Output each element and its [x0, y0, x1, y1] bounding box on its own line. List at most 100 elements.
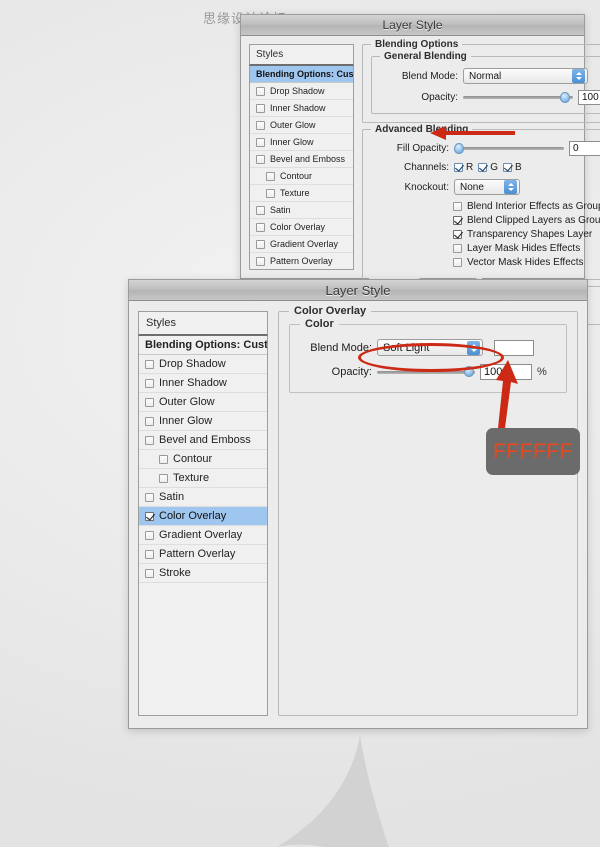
- style-item-bevel-and-emboss[interactable]: Bevel and Emboss: [250, 151, 353, 168]
- style-item-checkbox[interactable]: [256, 205, 265, 215]
- style-item-texture[interactable]: Texture: [250, 185, 353, 202]
- style-item-inner-shadow[interactable]: Inner Shadow: [250, 100, 353, 117]
- style-item-checkbox[interactable]: [256, 120, 265, 130]
- opacity-slider-thumb[interactable]: [560, 91, 570, 103]
- opacity-input[interactable]: 100: [578, 90, 600, 105]
- style-item-checkbox[interactable]: [256, 256, 265, 266]
- color-overlay-dialog-titlebar[interactable]: Layer Style: [129, 280, 587, 301]
- style-item-checkbox[interactable]: [256, 103, 265, 113]
- style-item-blending-options-custom[interactable]: Blending Options: Custom: [250, 66, 353, 83]
- style-item-outer-glow[interactable]: Outer Glow: [250, 117, 353, 134]
- channel-checkbox[interactable]: [454, 163, 463, 172]
- channel-checkbox[interactable]: [478, 163, 488, 172]
- advanced-blending-options-list[interactable]: Blend Interior Effects as Group Blend Cli…: [371, 201, 600, 268]
- channel-r[interactable]: R: [454, 162, 473, 173]
- style-item-checkbox[interactable]: [256, 137, 265, 147]
- blending-styles-list[interactable]: Blending Options: Custom Drop Shadow Inner…: [249, 66, 354, 270]
- style-item-checkbox[interactable]: [145, 416, 154, 426]
- style-item-texture[interactable]: Texture: [139, 469, 267, 488]
- style-item-checkbox[interactable]: [145, 511, 154, 521]
- style-item-checkbox[interactable]: [145, 549, 154, 559]
- style-item-bevel-and-emboss[interactable]: Bevel and Emboss: [139, 431, 267, 450]
- style-item-checkbox[interactable]: [145, 492, 154, 502]
- advanced-blending-group: Advanced Blending Fill Opacity: 0 % Chan…: [362, 124, 600, 280]
- fill-opacity-slider-thumb[interactable]: [454, 142, 464, 154]
- advanced-option-checkbox[interactable]: [453, 202, 462, 211]
- advanced-option-layer-mask-hides-effects[interactable]: Layer Mask Hides Effects: [453, 243, 600, 254]
- overlay-blend-mode-select[interactable]: Soft Light: [377, 339, 483, 356]
- style-item-gradient-overlay[interactable]: Gradient Overlay: [139, 526, 267, 545]
- channel-g[interactable]: G: [478, 162, 498, 173]
- blend-mode-row: Blend Mode: Normal: [380, 68, 600, 84]
- layer-style-color-overlay-dialog[interactable]: Layer Style Styles Blending Options: Cus…: [128, 279, 588, 729]
- style-item-drop-shadow[interactable]: Drop Shadow: [139, 355, 267, 374]
- style-item-contour[interactable]: Contour: [139, 450, 267, 469]
- blending-dialog-titlebar[interactable]: Layer Style: [241, 15, 584, 36]
- style-item-outer-glow[interactable]: Outer Glow: [139, 393, 267, 412]
- style-item-checkbox[interactable]: [266, 188, 275, 198]
- advanced-option-blend-clipped-layers-as-group[interactable]: Blend Clipped Layers as Group: [453, 215, 600, 226]
- channel-checkbox[interactable]: [503, 163, 513, 172]
- overlay-color-swatch[interactable]: [494, 339, 534, 356]
- stepper-arrows-icon[interactable]: [504, 180, 517, 194]
- style-item-inner-glow[interactable]: Inner Glow: [139, 412, 267, 431]
- advanced-option-transparency-shapes-layer[interactable]: Transparency Shapes Layer: [453, 229, 600, 240]
- style-item-color-overlay[interactable]: Color Overlay: [250, 219, 353, 236]
- fill-opacity-input[interactable]: 0: [569, 141, 600, 156]
- advanced-option-checkbox[interactable]: [453, 230, 462, 239]
- advanced-option-checkbox[interactable]: [453, 244, 462, 253]
- advanced-option-vector-mask-hides-effects[interactable]: Vector Mask Hides Effects: [453, 257, 600, 268]
- style-item-checkbox[interactable]: [256, 239, 265, 249]
- style-item-color-overlay[interactable]: Color Overlay: [139, 507, 267, 526]
- style-item-checkbox[interactable]: [159, 473, 168, 483]
- overlay-opacity-slider[interactable]: [377, 365, 475, 379]
- style-item-checkbox[interactable]: [159, 454, 168, 464]
- blend-mode-value: Normal: [469, 70, 502, 82]
- opacity-slider[interactable]: [463, 91, 573, 105]
- fill-opacity-slider[interactable]: [454, 142, 564, 156]
- overlay-opacity-input[interactable]: 100: [480, 364, 532, 380]
- hex-value-callout: FFFFFF: [486, 428, 580, 475]
- style-item-checkbox[interactable]: [145, 378, 154, 388]
- style-item-satin[interactable]: Satin: [139, 488, 267, 507]
- style-item-gradient-overlay[interactable]: Gradient Overlay: [250, 236, 353, 253]
- stepper-arrows-icon[interactable]: [467, 340, 480, 355]
- style-item-checkbox[interactable]: [145, 530, 154, 540]
- style-item-label: Blending Options: Custom: [145, 339, 268, 351]
- stepper-arrows-icon[interactable]: [572, 69, 585, 83]
- blending-options-group: Blending Options General Blending Blend …: [362, 39, 600, 123]
- color-overlay-styles-list[interactable]: Blending Options: Custom Drop Shadow Inner…: [138, 336, 268, 716]
- style-item-checkbox[interactable]: [145, 359, 154, 369]
- style-item-blending-options-custom[interactable]: Blending Options: Custom: [139, 336, 267, 355]
- style-item-checkbox[interactable]: [266, 171, 275, 181]
- advanced-option-checkbox[interactable]: [453, 216, 462, 225]
- fill-opacity-row: Fill Opacity: 0 %: [371, 141, 600, 156]
- channel-b[interactable]: B: [503, 162, 522, 173]
- style-item-label: Inner Glow: [159, 415, 213, 427]
- style-item-checkbox[interactable]: [256, 86, 265, 96]
- style-item-inner-shadow[interactable]: Inner Shadow: [139, 374, 267, 393]
- style-item-drop-shadow[interactable]: Drop Shadow: [250, 83, 353, 100]
- style-item-checkbox[interactable]: [145, 435, 154, 445]
- color-overlay-pane: Color Overlay Color Blend Mode: Soft Lig…: [278, 305, 578, 716]
- advanced-option-checkbox[interactable]: [453, 258, 462, 267]
- style-item-stroke[interactable]: Stroke: [139, 564, 267, 583]
- style-item-inner-glow[interactable]: Inner Glow: [250, 134, 353, 151]
- blend-mode-select[interactable]: Normal: [463, 68, 588, 84]
- knockout-select[interactable]: None: [454, 179, 520, 195]
- advanced-option-blend-interior-effects-as-group[interactable]: Blend Interior Effects as Group: [453, 201, 600, 212]
- style-item-satin[interactable]: Satin: [250, 202, 353, 219]
- style-item-checkbox[interactable]: [256, 222, 265, 232]
- style-item-checkbox[interactable]: [145, 397, 154, 407]
- layer-style-blending-dialog[interactable]: Layer Style Styles Blending Options: Cus…: [240, 14, 600, 325]
- style-item-label: Gradient Overlay: [159, 529, 243, 541]
- style-item-contour[interactable]: Contour: [250, 168, 353, 185]
- style-item-checkbox[interactable]: [256, 154, 265, 164]
- opacity-row: Opacity: 100 %: [380, 90, 600, 105]
- style-item-pattern-overlay[interactable]: Pattern Overlay: [139, 545, 267, 564]
- channels-checkbox-group[interactable]: RGB: [454, 162, 522, 173]
- overlay-opacity-slider-thumb[interactable]: [464, 366, 474, 377]
- style-item-pattern-overlay[interactable]: Pattern Overlay: [250, 253, 353, 269]
- blend-mode-label: Blend Mode:: [401, 70, 458, 82]
- style-item-checkbox[interactable]: [145, 568, 154, 578]
